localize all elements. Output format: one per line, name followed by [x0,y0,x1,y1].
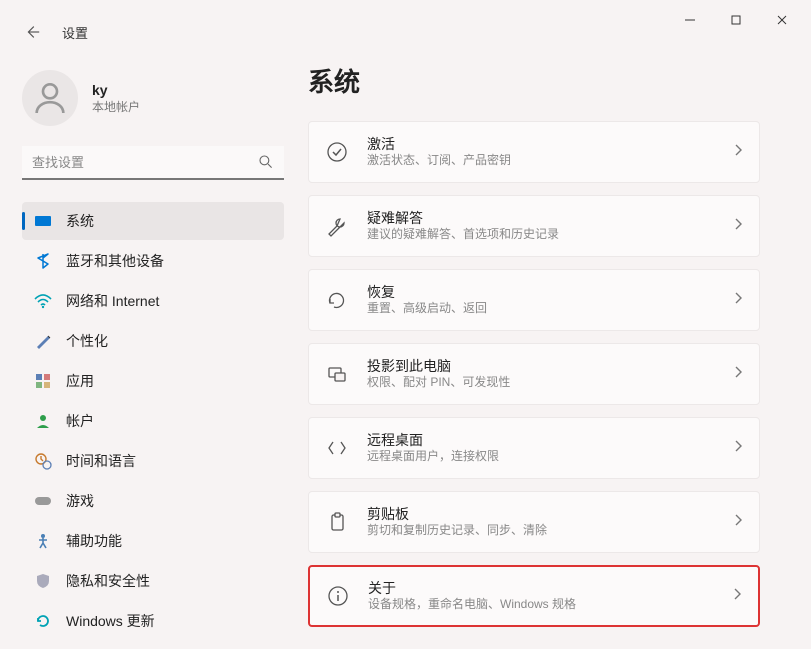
card-subtitle: 远程桌面用户，连接权限 [367,449,733,465]
update-icon [34,612,52,630]
card-subtitle: 权限、配对 PIN、可发现性 [367,375,733,391]
search-input[interactable] [22,146,284,180]
sidebar-item-label: 隐私和安全性 [66,571,150,591]
sidebar-item-label: 应用 [66,371,94,391]
remote-desktop-icon [325,436,349,460]
chevron-right-icon [732,587,742,606]
card-title: 远程桌面 [367,431,733,449]
sidebar-item-label: Windows 更新 [66,611,155,631]
sidebar-item-bluetooth[interactable]: 蓝牙和其他设备 [22,242,284,280]
sidebar-nav: 系统 蓝牙和其他设备 网络和 Internet 个性化 应用 帐户 [22,202,288,640]
sidebar-item-label: 系统 [66,211,94,231]
avatar-icon [22,70,78,126]
card-title: 恢复 [367,283,733,301]
card-subtitle: 激活状态、订阅、产品密钥 [367,153,733,169]
chevron-right-icon [733,365,743,384]
wifi-icon [34,292,52,310]
card-title: 剪贴板 [367,505,733,523]
card-projecting[interactable]: 投影到此电脑 权限、配对 PIN、可发现性 [308,343,760,405]
sidebar-item-time-language[interactable]: 时间和语言 [22,442,284,480]
maximize-button[interactable] [713,4,759,36]
bluetooth-icon [34,252,52,270]
clipboard-icon [325,510,349,534]
card-title: 投影到此电脑 [367,357,733,375]
project-icon [325,362,349,386]
page-title: 系统 [308,62,781,99]
app-title: 设置 [62,23,88,42]
sidebar-item-label: 帐户 [66,411,94,431]
sidebar-item-label: 蓝牙和其他设备 [66,251,164,271]
card-subtitle: 设备规格，重命名电脑、Windows 规格 [368,597,732,613]
brush-icon [34,332,52,350]
profile-name: ky [92,82,140,98]
sidebar-item-label: 辅助功能 [66,531,122,551]
chevron-right-icon [733,143,743,162]
card-activation[interactable]: 激活 激活状态、订阅、产品密钥 [308,121,760,183]
sidebar-item-gaming[interactable]: 游戏 [22,482,284,520]
sidebar-item-label: 网络和 Internet [66,291,159,311]
system-icon [34,212,52,230]
card-subtitle: 建议的疑难解答、首选项和历史记录 [367,227,733,243]
card-troubleshoot[interactable]: 疑难解答 建议的疑难解答、首选项和历史记录 [308,195,760,257]
profile-block[interactable]: ky 本地帐户 [22,70,288,126]
sidebar-item-windows-update[interactable]: Windows 更新 [22,602,284,640]
card-title: 疑难解答 [367,209,733,227]
apps-icon [34,372,52,390]
sidebar-item-privacy[interactable]: 隐私和安全性 [22,562,284,600]
gamepad-icon [34,492,52,510]
chevron-right-icon [733,217,743,236]
search-icon [258,154,274,175]
chevron-right-icon [733,291,743,310]
chevron-right-icon [733,439,743,458]
card-subtitle: 重置、高级启动、返回 [367,301,733,317]
profile-subtitle: 本地帐户 [92,98,140,115]
sidebar-item-apps[interactable]: 应用 [22,362,284,400]
close-button[interactable] [759,4,805,36]
sidebar-item-personalization[interactable]: 个性化 [22,322,284,360]
sidebar-item-label: 时间和语言 [66,451,136,471]
info-icon [326,584,350,608]
card-title: 激活 [367,135,733,153]
chevron-right-icon [733,513,743,532]
back-button[interactable] [22,22,42,42]
sidebar-item-system[interactable]: 系统 [22,202,284,240]
card-subtitle: 剪切和复制历史记录、同步、清除 [367,523,733,539]
sidebar-item-label: 游戏 [66,491,94,511]
shield-icon [34,572,52,590]
card-remote-desktop[interactable]: 远程桌面 远程桌面用户，连接权限 [308,417,760,479]
person-icon [34,412,52,430]
accessibility-icon [34,532,52,550]
clock-globe-icon [34,452,52,470]
card-title: 关于 [368,579,732,597]
sidebar-item-label: 个性化 [66,331,108,351]
sidebar-item-accessibility[interactable]: 辅助功能 [22,522,284,560]
card-clipboard[interactable]: 剪贴板 剪切和复制历史记录、同步、清除 [308,491,760,553]
sidebar-item-accounts[interactable]: 帐户 [22,402,284,440]
card-about[interactable]: 关于 设备规格，重命名电脑、Windows 规格 [308,565,760,627]
recovery-icon [325,288,349,312]
sidebar-item-network[interactable]: 网络和 Internet [22,282,284,320]
minimize-button[interactable] [667,4,713,36]
check-circle-icon [325,140,349,164]
card-recovery[interactable]: 恢复 重置、高级启动、返回 [308,269,760,331]
wrench-icon [325,214,349,238]
